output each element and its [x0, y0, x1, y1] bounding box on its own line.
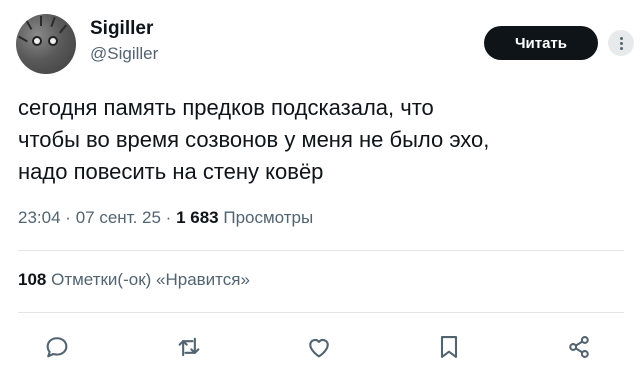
views-label: Просмотры — [223, 208, 314, 227]
reply-icon — [46, 337, 68, 358]
bookmark-button[interactable] — [432, 330, 466, 364]
tweet-header: Sigiller @Sigiller Читать — [16, 14, 634, 74]
author-names[interactable]: Sigiller @Sigiller — [90, 18, 158, 66]
retweet-icon — [178, 337, 200, 357]
tweet-line: надо повесить на стену ковёр — [18, 159, 324, 184]
author-display-name[interactable]: Sigiller — [90, 18, 158, 40]
tweet-date[interactable]: 07 сент. 25 — [76, 208, 161, 227]
tweet-line: сегодня память предков подсказала, что — [18, 95, 434, 120]
divider — [18, 312, 624, 313]
retweet-button[interactable] — [172, 330, 206, 364]
avatar[interactable] — [16, 14, 76, 74]
share-icon — [569, 336, 589, 358]
likes-label: Отметки(-ок) «Нравится» — [51, 270, 250, 289]
more-icon — [619, 36, 623, 51]
views-count: 1 683 — [176, 208, 219, 227]
like-button[interactable] — [302, 330, 336, 364]
meta-separator: · — [165, 208, 172, 227]
action-bar — [40, 330, 600, 364]
divider — [18, 250, 624, 251]
tweet-meta: 23:04 · 07 сент. 25 · 1 683 Просмотры — [18, 208, 313, 228]
bookmark-icon — [440, 336, 458, 358]
reply-button[interactable] — [40, 330, 74, 364]
likes-count: 108 — [18, 270, 47, 289]
share-button[interactable] — [562, 330, 596, 364]
author-handle[interactable]: @Sigiller — [90, 42, 158, 66]
likes-summary[interactable]: 108 Отметки(-ок) «Нравится» — [18, 270, 250, 290]
like-icon — [309, 338, 329, 358]
tweet-line: чтобы во время созвонов у меня не было э… — [18, 127, 490, 152]
tweet-text: сегодня память предков подсказала, что ч… — [18, 92, 624, 188]
tweet-time[interactable]: 23:04 — [18, 208, 61, 227]
follow-button[interactable]: Читать — [484, 26, 598, 60]
more-options-button[interactable] — [608, 30, 634, 56]
meta-separator: · — [65, 208, 71, 227]
